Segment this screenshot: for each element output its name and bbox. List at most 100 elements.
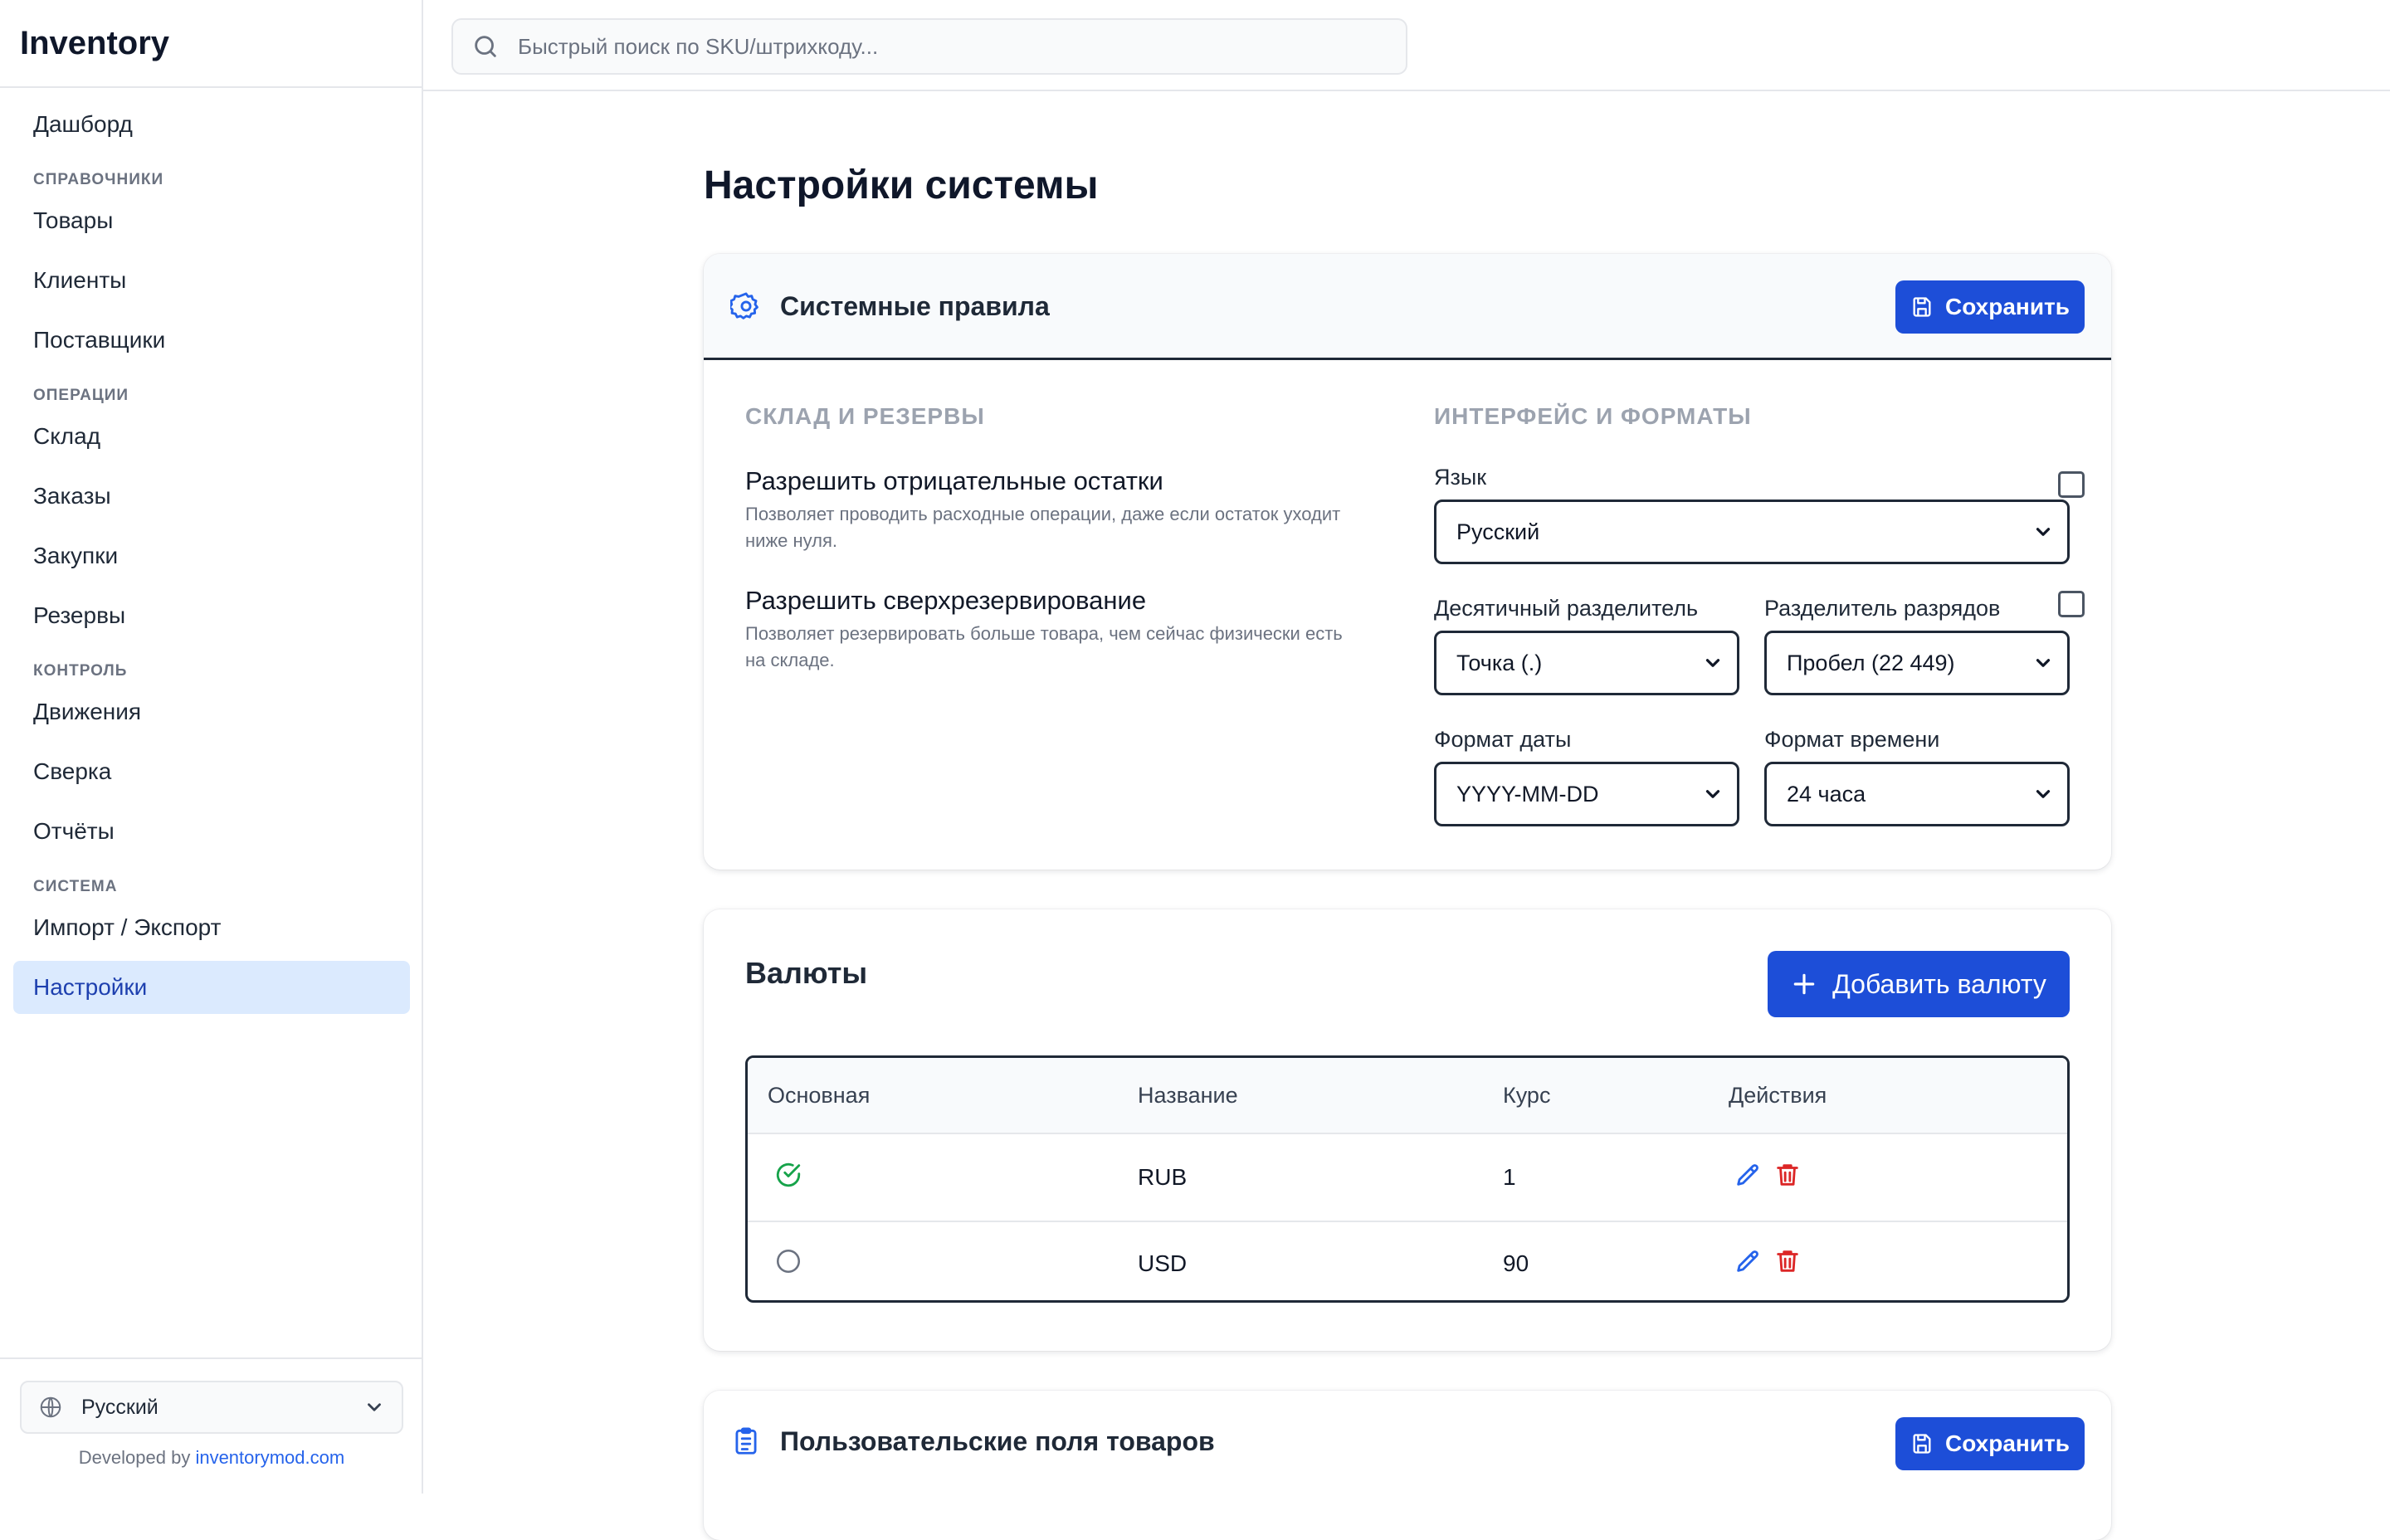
sidebar-item-suppliers[interactable]: Поставщики bbox=[13, 314, 410, 367]
footer-divider bbox=[0, 1357, 422, 1359]
search-icon bbox=[475, 36, 496, 57]
language-label: Язык bbox=[1434, 465, 1487, 490]
decimal-separator-value: Точка (.) bbox=[1456, 650, 1543, 675]
system-rules-save-button[interactable]: Сохранить bbox=[1895, 280, 2085, 334]
sidebar-nav: Дашборд СПРАВОЧНИКИ Товары Клиенты Поста… bbox=[13, 98, 410, 1021]
table-row: USD 90 bbox=[748, 1221, 2067, 1300]
language-select-value: Русский bbox=[81, 1395, 159, 1419]
sidebar-item-products[interactable]: Товары bbox=[13, 194, 410, 247]
check-circle-icon[interactable] bbox=[774, 1161, 802, 1189]
trash-icon[interactable] bbox=[1773, 1161, 1802, 1189]
language-dropdown[interactable]: Русский bbox=[1434, 500, 2070, 564]
system-rules-save-label: Сохранить bbox=[1945, 294, 2070, 319]
sidebar-item-reconciliation[interactable]: Сверка bbox=[13, 745, 410, 798]
search-input[interactable] bbox=[516, 32, 1349, 61]
time-format-label: Формат времени bbox=[1764, 727, 1940, 752]
sidebar-item-warehouse[interactable]: Склад bbox=[13, 410, 410, 463]
table-row: RUB 1 bbox=[748, 1134, 2067, 1222]
topbar bbox=[423, 0, 2390, 91]
custom-fields-save-button[interactable]: Сохранить bbox=[1895, 1417, 2085, 1470]
date-format-dropdown[interactable]: YYYY-MM-DD bbox=[1434, 762, 1739, 826]
currencies-table: Основная Название Курс Действия RUB 1 US… bbox=[745, 1055, 2070, 1303]
save-icon bbox=[1913, 297, 1931, 317]
sidebar-group-system: СИСТЕМА bbox=[33, 878, 118, 895]
currency-name: RUB bbox=[1138, 1164, 1188, 1190]
gear-icon bbox=[730, 292, 758, 319]
pencil-icon[interactable] bbox=[1734, 1161, 1762, 1189]
custom-fields-title-wrap: Пользовательские поля товаров bbox=[730, 1425, 1215, 1457]
chevron-down-icon bbox=[2036, 659, 2051, 667]
system-rules-header: Системные правила Сохранить bbox=[704, 254, 2111, 360]
time-format-dropdown[interactable]: 24 часа bbox=[1764, 762, 2070, 826]
interface-section-label: ИНТЕРФЕЙС И ФОРМАТЫ bbox=[1434, 403, 1752, 429]
sidebar-item-purchases[interactable]: Закупки bbox=[13, 529, 410, 582]
developer-link[interactable]: inventorymod.com bbox=[195, 1447, 344, 1468]
save-icon bbox=[1913, 1434, 1931, 1454]
overreservation-checkbox[interactable] bbox=[2058, 591, 2085, 617]
sidebar-item-reserves[interactable]: Резервы bbox=[13, 589, 410, 642]
system-rules-title: Системные правила bbox=[780, 290, 1050, 321]
app-title: Inventory bbox=[20, 24, 170, 61]
currency-rate: 1 bbox=[1503, 1164, 1516, 1190]
chevron-down-icon bbox=[1705, 790, 1720, 798]
date-format-value: YYYY-MM-DD bbox=[1456, 781, 1599, 807]
decimal-separator-dropdown[interactable]: Точка (.) bbox=[1434, 631, 1739, 695]
column-header-primary: Основная bbox=[768, 1083, 871, 1108]
sidebar-item-movements[interactable]: Движения bbox=[13, 685, 410, 738]
custom-fields-title: Пользовательские поля товаров bbox=[780, 1425, 1215, 1456]
date-format-label: Формат даты bbox=[1434, 727, 1572, 752]
chevron-down-icon bbox=[2036, 790, 2051, 798]
currency-name: USD bbox=[1138, 1250, 1188, 1276]
globe-icon bbox=[40, 1396, 61, 1418]
warehouse-section-label: СКЛАД И РЕЗЕРВЫ bbox=[745, 403, 985, 429]
column-header-actions: Действия bbox=[1729, 1083, 1827, 1108]
thousands-separator-label: Разделитель разрядов bbox=[1764, 596, 2001, 621]
sidebar-item-orders[interactable]: Заказы bbox=[13, 470, 410, 523]
trash-icon[interactable] bbox=[1773, 1247, 1802, 1275]
pencil-icon[interactable] bbox=[1734, 1247, 1762, 1275]
add-currency-button[interactable]: Добавить валюту bbox=[1768, 951, 2070, 1017]
currency-rate: 90 bbox=[1503, 1250, 1529, 1276]
sidebar-item-reports[interactable]: Отчёты bbox=[13, 805, 410, 858]
custom-fields-save-label: Сохранить bbox=[1945, 1430, 2070, 1456]
currencies-title: Валюты bbox=[745, 956, 868, 990]
column-header-name: Название bbox=[1138, 1083, 1238, 1108]
custom-fields-card: Пользовательские поля товаров Сохранить bbox=[704, 1391, 2111, 1540]
sidebar-group-operations: ОПЕРАЦИИ bbox=[33, 387, 129, 404]
negative-stock-title: Разрешить отрицательные остатки bbox=[745, 466, 1163, 495]
sidebar-item-settings[interactable]: Настройки bbox=[13, 961, 410, 1014]
developed-by: Developed by inventorymod.com bbox=[0, 1447, 423, 1469]
thousands-separator-value: Пробел (22 449) bbox=[1787, 650, 1955, 675]
time-format-value: 24 часа bbox=[1787, 781, 1866, 807]
currencies-card: Валюты Добавить валюту Основная Название… bbox=[704, 909, 2111, 1351]
overreservation-desc: Позволяет резервировать больше товара, ч… bbox=[745, 623, 1343, 670]
radio-circle-icon[interactable] bbox=[774, 1247, 802, 1275]
chevron-down-icon bbox=[368, 1403, 381, 1411]
sidebar-item-dashboard[interactable]: Дашборд bbox=[13, 98, 410, 151]
brand-divider bbox=[0, 86, 422, 88]
search-box[interactable] bbox=[451, 18, 1407, 75]
system-rules-title-wrap: Системные правила bbox=[730, 290, 1050, 322]
negative-stock-desc: Позволяет проводить расходные операции, … bbox=[745, 504, 1341, 551]
language-select[interactable]: Русский bbox=[20, 1381, 403, 1434]
add-currency-label: Добавить валюту bbox=[1832, 968, 2046, 999]
system-rules-card: Системные правила Сохранить СКЛАД И РЕЗЕ… bbox=[704, 254, 2111, 870]
overreservation-title: Разрешить сверхрезервирование bbox=[745, 586, 1147, 615]
sidebar: Inventory Дашборд СПРАВОЧНИКИ Товары Кли… bbox=[0, 0, 423, 1494]
sidebar-item-import-export[interactable]: Импорт / Экспорт bbox=[13, 901, 410, 954]
chevron-down-icon bbox=[1705, 659, 1720, 667]
negative-stock-checkbox[interactable] bbox=[2058, 471, 2085, 498]
column-header-rate: Курс bbox=[1503, 1083, 1551, 1108]
decimal-separator-label: Десятичный разделитель bbox=[1434, 596, 1699, 621]
table-header: Основная Название Курс Действия bbox=[748, 1058, 2067, 1134]
page-title: Настройки системы bbox=[704, 163, 1099, 207]
sidebar-group-directories: СПРАВОЧНИКИ bbox=[33, 171, 164, 188]
clipboard-icon bbox=[735, 1427, 757, 1455]
plus-icon bbox=[1793, 973, 1815, 995]
thousands-separator-dropdown[interactable]: Пробел (22 449) bbox=[1764, 631, 2070, 695]
sidebar-group-control: КОНТРОЛЬ bbox=[33, 662, 128, 680]
sidebar-item-clients[interactable]: Клиенты bbox=[13, 254, 410, 307]
language-dropdown-value: Русский bbox=[1456, 519, 1540, 544]
chevron-down-icon bbox=[2036, 528, 2051, 536]
developed-by-prefix: Developed by bbox=[78, 1447, 196, 1468]
